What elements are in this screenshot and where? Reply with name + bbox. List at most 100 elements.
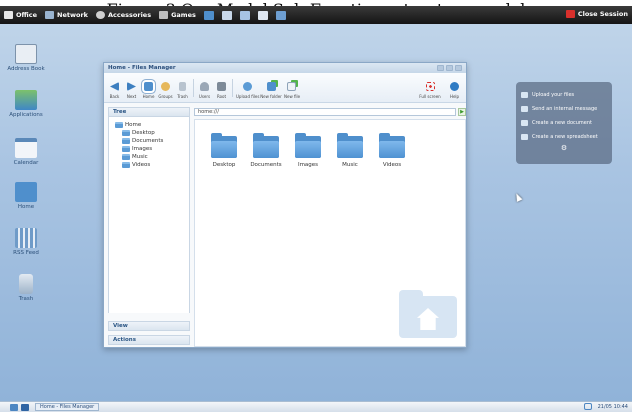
view-section-header[interactable]: View <box>108 321 190 331</box>
tree-item-desktop[interactable]: Desktop <box>115 129 189 137</box>
address-input[interactable]: home:/// <box>194 107 456 116</box>
file-item-label: Documents <box>250 162 282 168</box>
file-item-desktop[interactable]: Desktop <box>205 133 243 168</box>
tree-section-header[interactable]: Tree <box>108 107 190 117</box>
upload-files-button[interactable]: Upload files <box>236 82 259 99</box>
file-item-documents[interactable]: Documents <box>247 133 285 168</box>
new-file-button[interactable]: New file <box>284 82 301 99</box>
folder-icon <box>122 146 130 152</box>
side-panel: Tree Home Desktop Documents Images Music… <box>108 107 190 347</box>
files-main-area: home:/// ▶ Desktop Documents Images Musi… <box>194 107 466 347</box>
tree-item-videos[interactable]: Videos <box>115 161 189 169</box>
system-tray: 21/05 10:44 <box>583 403 628 410</box>
groups-button[interactable]: Groups <box>158 82 173 99</box>
home-folder-watermark-icon <box>399 290 457 338</box>
file-item-label: Videos <box>382 162 402 168</box>
tree-item-images[interactable]: Images <box>115 145 189 153</box>
close-button[interactable] <box>455 65 462 71</box>
folder-icon <box>122 130 130 136</box>
send-message-action[interactable]: Send an internal message <box>521 102 607 116</box>
full-screen-icon <box>425 82 435 91</box>
home-label: Home <box>142 94 155 99</box>
help-button[interactable]: Help <box>447 82 462 99</box>
close-session-button[interactable]: Close Session <box>565 10 628 18</box>
tree-item-music[interactable]: Music <box>115 153 189 161</box>
trash-button[interactable]: Trash <box>175 82 190 99</box>
folder-icon <box>115 122 123 128</box>
launcher-document-icon[interactable] <box>221 10 232 20</box>
trash-icon <box>179 82 186 91</box>
users-label: Users <box>198 94 211 99</box>
new-file-icon <box>287 82 296 91</box>
help-label: Help <box>449 94 460 99</box>
launcher-window-icon[interactable] <box>275 10 286 20</box>
launcher-spreadsheet-icon[interactable] <box>239 10 250 20</box>
menu-accessories[interactable]: Accessories <box>96 11 151 19</box>
users-button[interactable]: Users <box>197 82 212 99</box>
toolbar-separator <box>232 79 233 97</box>
taskbar-window-button[interactable]: Home - Files Manager <box>35 403 100 411</box>
groups-label: Groups <box>158 94 173 99</box>
desktop-icon-rss-feed[interactable]: RSS Feed <box>6 228 46 257</box>
menu-network[interactable]: Network <box>45 11 88 19</box>
accessories-icon <box>96 11 106 19</box>
tree-item-label: Music <box>132 154 148 160</box>
folder-icon <box>337 133 363 158</box>
back-button[interactable]: Back <box>107 82 122 99</box>
network-status-icon[interactable] <box>583 403 592 410</box>
next-button[interactable]: Next <box>124 82 139 99</box>
root-label: Root <box>216 94 227 99</box>
home-label: Home <box>17 204 35 210</box>
home-button[interactable]: Home <box>141 82 156 99</box>
file-item-videos[interactable]: Videos <box>373 133 411 168</box>
window-controls <box>435 65 462 71</box>
tree-item-home[interactable]: Home <box>115 121 189 129</box>
desktop-icon-calendar[interactable]: Calendar <box>6 138 46 167</box>
menu-office[interactable]: Office <box>4 11 37 19</box>
show-desktop-icon[interactable] <box>10 403 18 411</box>
launcher-presentation-icon[interactable] <box>257 10 268 20</box>
desktop-icon-home[interactable]: Home <box>6 182 46 211</box>
quick-action-label: Create a new document <box>532 120 593 126</box>
menu-network-label: Network <box>57 11 89 19</box>
users-icon <box>200 82 209 91</box>
new-folder-button[interactable]: New folder <box>260 82 282 99</box>
help-icon <box>450 82 459 91</box>
new-file-label: New file <box>284 94 301 99</box>
applications-label: Applications <box>9 112 43 118</box>
files-view: Desktop Documents Images Music Videos <box>194 119 466 347</box>
groups-icon <box>161 82 170 91</box>
folder-icon <box>379 133 405 158</box>
maximize-button[interactable] <box>446 65 453 71</box>
minimize-button[interactable] <box>437 65 444 71</box>
new-document-action[interactable]: Create a new document <box>521 116 607 130</box>
desktop-icon-applications[interactable]: Applications <box>6 90 46 119</box>
new-spreadsheet-action[interactable]: Create a new spreadsheet <box>521 130 607 144</box>
root-button[interactable]: Root <box>214 82 229 99</box>
rss-feed-icon <box>15 228 37 248</box>
bottom-panel: Home - Files Manager 21/05 10:44 <box>0 401 632 412</box>
actions-section-header[interactable]: Actions <box>108 335 190 345</box>
file-item-music[interactable]: Music <box>331 133 369 168</box>
quick-action-label: Send an internal message <box>532 106 598 112</box>
window-titlebar[interactable]: Home - Files Manager <box>104 63 466 73</box>
power-icon <box>565 10 575 18</box>
go-button[interactable]: ▶ <box>458 107 466 116</box>
desktop-icon-trash[interactable]: Trash <box>6 274 46 303</box>
desktop-icon-address-book[interactable]: Address Book <box>6 44 46 73</box>
tree-item-documents[interactable]: Documents <box>115 137 189 145</box>
root-icon <box>217 82 226 91</box>
clock: 21/05 10:44 <box>597 403 628 410</box>
calendar-label: Calendar <box>13 160 39 166</box>
menu-games[interactable]: Games <box>159 11 196 19</box>
next-arrow-icon <box>127 82 136 91</box>
gear-icon[interactable]: ⚙ <box>521 144 607 152</box>
address-book-label: Address Book <box>7 66 45 72</box>
toolbar-separator <box>193 79 194 97</box>
upload-files-action[interactable]: Upload your files <box>521 88 607 102</box>
launcher-files-icon[interactable] <box>203 10 214 20</box>
file-item-images[interactable]: Images <box>289 133 327 168</box>
full-screen-button[interactable]: Full screen <box>419 82 441 99</box>
games-icon <box>159 11 169 19</box>
quick-actions-panel: Upload your files Send an internal messa… <box>516 82 612 164</box>
